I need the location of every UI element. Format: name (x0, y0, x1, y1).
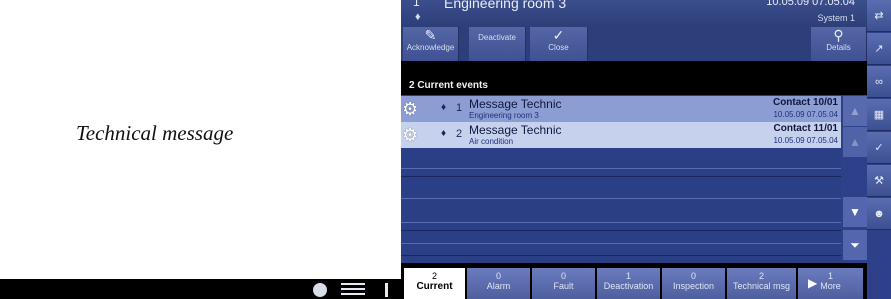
magnifier-icon: ⚲ (833, 27, 844, 43)
tab-count: 0 (560, 271, 566, 281)
event-location-title: Engineering room 3 (444, 0, 567, 11)
event-row-number: 1 (456, 102, 463, 114)
tab-count: 0 (690, 271, 696, 281)
tab-current[interactable]: 2 Current (404, 268, 466, 299)
event-datetime: 10.05.09 07.05.04 (766, 0, 855, 8)
deactivate-button[interactable]: Deactivate (469, 27, 526, 61)
events-count-title: 2 Current events (401, 61, 867, 95)
user-icon: ☻ (873, 208, 885, 220)
network-icon: ⇄ (874, 10, 884, 22)
tab-alarm[interactable]: 0 Alarm (467, 268, 531, 299)
row-divider (401, 243, 841, 244)
details-button[interactable]: ⚲ Details (811, 27, 867, 61)
tab-count: 0 (495, 271, 501, 281)
double-chevron-down-icon: ⏷ (850, 238, 860, 252)
tab-more[interactable]: ▶ 1 More (798, 268, 864, 299)
chevron-up-icon: ▲ (849, 104, 861, 118)
play-icon: ▶ (808, 276, 818, 290)
event-category-tabs: 2 Current 0 Alarm 0 Fault 1 Deactivation… (401, 263, 867, 299)
gear-icon: ⚙ (402, 99, 419, 119)
gear-icon: ⚙ (402, 125, 419, 145)
row-divider (401, 222, 841, 223)
scroll-page-up-button[interactable]: ▲ (843, 127, 867, 157)
scroll-down-button[interactable]: ▼ (843, 197, 867, 227)
event-row-name: Message Technic (469, 97, 562, 111)
sidebar-item-devices[interactable]: ∞ (867, 66, 891, 98)
tab-label: Deactivation (603, 281, 654, 291)
document-icon: ▦ (873, 109, 885, 121)
menu-icon[interactable] (341, 283, 365, 297)
sidebar-item-chart[interactable]: ↗ (867, 33, 891, 65)
check-icon: ✓ (874, 142, 884, 154)
tab-fault[interactable]: 0 Fault (532, 268, 596, 299)
chevron-up-icon: ▲ (849, 135, 861, 149)
row-divider (401, 176, 841, 177)
bell-icon: ♦ (415, 11, 421, 23)
event-row-location: Air condition (469, 137, 514, 146)
acknowledge-label: Acknowledge (406, 43, 455, 52)
row-divider (401, 255, 841, 256)
event-row-name: Message Technic (469, 123, 562, 137)
event-system: System 1 (817, 13, 855, 23)
event-row-location: Engineering room 3 (469, 111, 539, 120)
tab-count: 2 (431, 271, 437, 281)
event-row-number: 2 (456, 128, 463, 140)
tab-count: 1 (625, 271, 631, 281)
event-row[interactable]: ⚙ ♦ 1 Message Technic Engineering room 3… (401, 96, 841, 122)
globe-icon[interactable] (313, 283, 327, 297)
tab-label: Current (416, 281, 453, 292)
devices-icon: ∞ (875, 76, 883, 88)
deactivate-label: Deactivate (478, 33, 516, 42)
event-row-contact: Contact 11/01 (773, 123, 838, 134)
tab-count: 2 (758, 271, 764, 281)
tab-label: Inspection (672, 281, 715, 291)
tab-label: Fault (553, 281, 574, 291)
right-sidebar: ⇄ ↗ ∞ ▦ ✓ ⚒ ☻ (867, 0, 891, 299)
event-row-selected[interactable]: ⚙ ♦ 2 Message Technic Air condition Cont… (401, 122, 841, 148)
event-row-contact: Contact 10/01 (772, 97, 838, 108)
sidebar-item-tools[interactable]: ⚒ (867, 165, 891, 197)
bell-icon: ♦ (441, 128, 447, 139)
event-list: ⚙ ♦ 1 Message Technic Engineering room 3… (401, 95, 841, 263)
sidebar-item-user[interactable]: ☻ (867, 198, 891, 230)
row-divider (401, 168, 841, 169)
sidebar-item-documents[interactable]: ▦ (867, 99, 891, 131)
row-divider (401, 198, 841, 199)
sidebar-item-network[interactable]: ⇄ (867, 0, 891, 32)
close-button[interactable]: ✓ Close (530, 27, 588, 61)
row-divider (401, 230, 841, 231)
event-row-time: 10.05.09 07.05.04 (773, 110, 838, 119)
wrench-icon: ⚒ (874, 175, 884, 187)
action-toolbar: ✎ Acknowledge Deactivate ✓ Close ⚲ Detai… (401, 27, 867, 61)
tab-deactivation[interactable]: 1 Deactivation (597, 268, 661, 299)
list-scrollbar[interactable]: ▲ ▲ ▼ ⏷ (841, 95, 867, 263)
bell-icon: ♦ (441, 102, 447, 113)
left-panel: Technical message (0, 0, 401, 299)
event-app: 1 Engineering room 3 10.05.09 07.05.04 S… (401, 0, 867, 299)
sidebar-item-check[interactable]: ✓ (867, 132, 891, 164)
info-icon[interactable] (385, 283, 388, 297)
close-label: Close (548, 43, 569, 52)
tab-label: Technical msg (732, 281, 791, 291)
scroll-up-button[interactable]: ▲ (843, 96, 867, 126)
tab-label: Alarm (486, 281, 511, 291)
tab-technical-msg[interactable]: 2 Technical msg (727, 268, 797, 299)
checkmark-icon: ✓ (552, 27, 565, 43)
event-header: 1 Engineering room 3 10.05.09 07.05.04 S… (401, 0, 867, 27)
acknowledge-button[interactable]: ✎ Acknowledge (403, 27, 459, 61)
left-title: Technical message (76, 121, 234, 145)
event-row-time: 10.05.09 07.05.04 (773, 136, 838, 145)
tab-inspection[interactable]: 0 Inspection (662, 268, 726, 299)
scroll-to-end-button[interactable]: ⏷ (843, 230, 867, 260)
event-number: 1 (413, 0, 420, 9)
details-label: Details (826, 43, 851, 52)
chart-icon: ↗ (874, 43, 884, 55)
acknowledge-icon: ✎ (424, 27, 437, 43)
chevron-down-icon: ▼ (849, 205, 861, 219)
